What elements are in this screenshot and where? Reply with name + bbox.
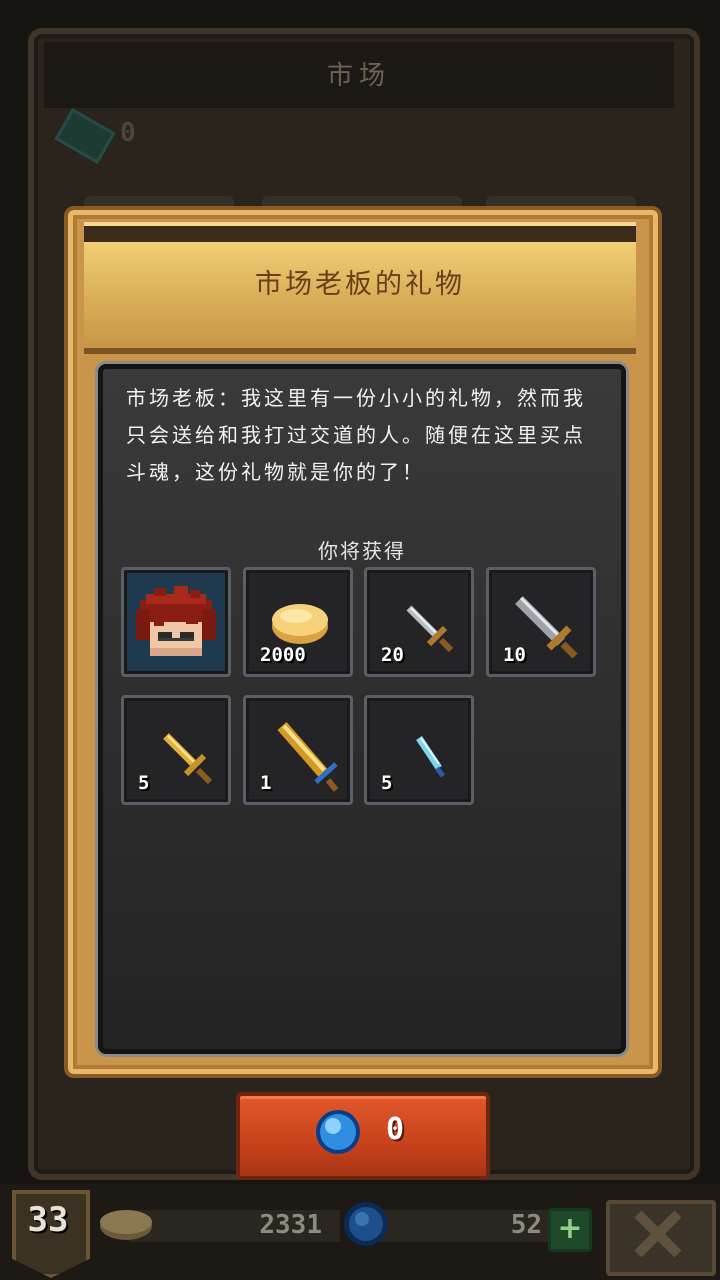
blue-gem-icon: [316, 1110, 360, 1154]
reward-count: 1: [260, 772, 272, 794]
reward-slot-crystal-dagger[interactable]: 5: [364, 695, 474, 805]
gold-amount: 2331: [259, 1210, 322, 1240]
ticket-count: 0: [120, 118, 136, 148]
reward-count: 2000: [260, 644, 306, 666]
blue-gem-icon: [344, 1202, 388, 1246]
reward-count: 10: [503, 644, 526, 666]
reward-slot-hero[interactable]: [121, 567, 231, 677]
buy-button[interactable]: [236, 1092, 490, 1180]
reward-slot-gold-sword[interactable]: 5: [121, 695, 231, 805]
close-icon: [634, 1210, 682, 1258]
reward-slot-legendary-sword[interactable]: 1: [243, 695, 353, 805]
dialog-title: 市场老板的礼物: [255, 269, 465, 300]
gold-coin-icon: [100, 1210, 152, 1240]
reward-heading: 你将获得: [318, 539, 406, 563]
reward-count: 5: [138, 772, 150, 794]
player-level: 33: [27, 1200, 69, 1240]
reward-slot-large-sword[interactable]: 10: [486, 567, 596, 677]
reward-count: 5: [381, 772, 393, 794]
gem-amount: 52: [510, 1210, 542, 1240]
merchant-message: 市场老板：我这里有一份小小的礼物，然而我只会送给和我打过交道的人。随便在这里买点…: [126, 386, 586, 484]
market-title: 市场: [326, 61, 391, 91]
reward-slot-small-sword[interactable]: 20: [364, 567, 474, 677]
reward-count: 20: [381, 644, 404, 666]
add-gems-button[interactable]: +: [548, 1208, 592, 1252]
buy-price: 0: [386, 1112, 405, 1147]
reward-slot-gold[interactable]: 2000: [243, 567, 353, 677]
hero-portrait-icon: [136, 586, 216, 656]
